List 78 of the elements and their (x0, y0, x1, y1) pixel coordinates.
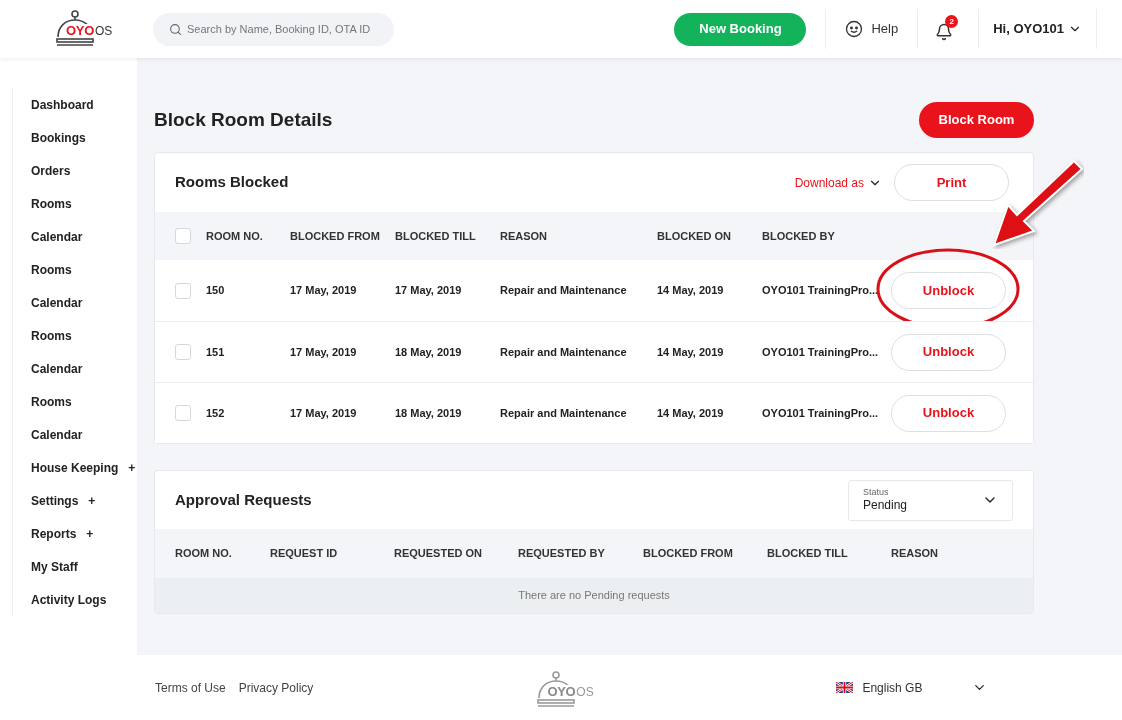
table-cell-text: 18 May, 2019 (395, 405, 463, 421)
logo-suffix: OS (576, 685, 594, 698)
column-header: BLOCKED FROM (290, 228, 381, 244)
column-header: BLOCKED FROM (643, 546, 734, 562)
table-cell-text: 14 May, 2019 (657, 405, 725, 421)
column-header: ROOM NO. (175, 546, 233, 562)
sidebar-item[interactable]: Rooms (13, 253, 137, 286)
sidebar-item[interactable]: Dashboard (13, 88, 137, 121)
table-cell-text: 151 (206, 344, 226, 360)
table-cell-text: OYO101 TrainingPro... (762, 344, 880, 360)
notification-badge: 2 (945, 15, 959, 28)
sidebar-item[interactable]: Activity Logs (13, 583, 137, 616)
footer-link[interactable]: Terms of Use (155, 678, 226, 697)
logo-suffix: OS (94, 25, 113, 37)
cloche-icon (536, 670, 577, 707)
download-menu[interactable]: Download as (794, 173, 882, 192)
page-title: Block Room Details (154, 107, 333, 132)
column-header: REQUESTED BY (518, 546, 606, 562)
bell-icon[interactable] (935, 23, 954, 41)
checkbox[interactable] (175, 344, 191, 360)
help-button[interactable]: Help (826, 19, 918, 39)
table-cell-text: 17 May, 2019 (395, 283, 463, 299)
sidebar-item[interactable]: Orders (13, 154, 137, 187)
user-menu[interactable]: Hi, OYO101 (979, 19, 1096, 39)
logo-brand: OYO (66, 24, 94, 37)
table-cell-text: 18 May, 2019 (395, 344, 463, 360)
status-dropdown[interactable]: Status Pending (848, 479, 1013, 521)
flag-icon (836, 682, 854, 693)
empty-message: There are no Pending requests (518, 588, 670, 604)
footer-link[interactable]: Privacy Policy (238, 678, 314, 697)
language-selector[interactable]: English GB (836, 678, 988, 697)
block-room-button[interactable]: Block Room (919, 102, 1034, 138)
card-title: Rooms Blocked (175, 172, 289, 193)
table-cell-text: Repair and Maintenance (500, 344, 628, 360)
unblock-button[interactable]: Unblock (891, 272, 1006, 309)
sidebar-item[interactable]: Calendar (13, 418, 137, 451)
checkbox[interactable] (175, 228, 191, 244)
sidebar-item[interactable]: Rooms (13, 385, 137, 418)
checkbox[interactable] (175, 282, 191, 299)
table-cell-text: 14 May, 2019 (657, 344, 725, 360)
sidebar-item[interactable]: Reports + (13, 517, 137, 550)
column-header: BLOCKED TILL (767, 546, 849, 562)
table-cell-text: 17 May, 2019 (290, 405, 358, 421)
sidebar-item[interactable]: House Keeping + (13, 451, 137, 484)
search-field[interactable]: Search by Name, Booking ID, OTA ID (153, 12, 394, 46)
cloche-icon (55, 10, 95, 46)
sidebar-item[interactable]: Calendar (13, 220, 137, 253)
column-header: REASON (891, 546, 940, 562)
column-header: BLOCKED TILL (395, 228, 477, 244)
column-header: BLOCKED ON (657, 228, 732, 244)
smiley-icon (845, 20, 864, 38)
checkbox[interactable] (175, 405, 191, 421)
column-header: REQUESTED ON (394, 546, 483, 562)
unblock-button[interactable]: Unblock (891, 333, 1006, 371)
column-header: REASON (500, 228, 549, 244)
table-cell-text: OYO101 TrainingPro... (762, 283, 880, 299)
column-header: BLOCKED BY (762, 228, 836, 244)
table-cell-text: 150 (206, 283, 226, 299)
sidebar-item[interactable]: Bookings (13, 121, 137, 154)
table-cell-text: Repair and Maintenance (500, 283, 628, 299)
column-header: REQUEST ID (270, 546, 339, 562)
table-cell-text: 14 May, 2019 (657, 283, 725, 299)
table-cell-text: 17 May, 2019 (290, 283, 358, 299)
search-icon (169, 22, 182, 36)
unblock-button[interactable]: Unblock (891, 394, 1006, 432)
logo-brand: OYO (547, 684, 576, 698)
sidebar-item[interactable]: Rooms (13, 319, 137, 352)
sidebar-item[interactable]: My Staff (13, 550, 137, 583)
table-cell-text: Repair and Maintenance (500, 405, 628, 421)
table-cell-text: 17 May, 2019 (290, 344, 358, 360)
table-cell-text: 152 (206, 405, 226, 421)
sidebar-item[interactable]: Rooms (13, 187, 137, 220)
column-header: ROOM NO. (206, 228, 264, 244)
sidebar-item[interactable]: Calendar (13, 286, 137, 319)
sidebar-item[interactable]: Calendar (13, 352, 137, 385)
card-title: Approval Requests (175, 489, 312, 510)
sidebar-item[interactable]: Settings + (13, 484, 137, 517)
table-cell-text: OYO101 TrainingPro... (762, 405, 880, 421)
